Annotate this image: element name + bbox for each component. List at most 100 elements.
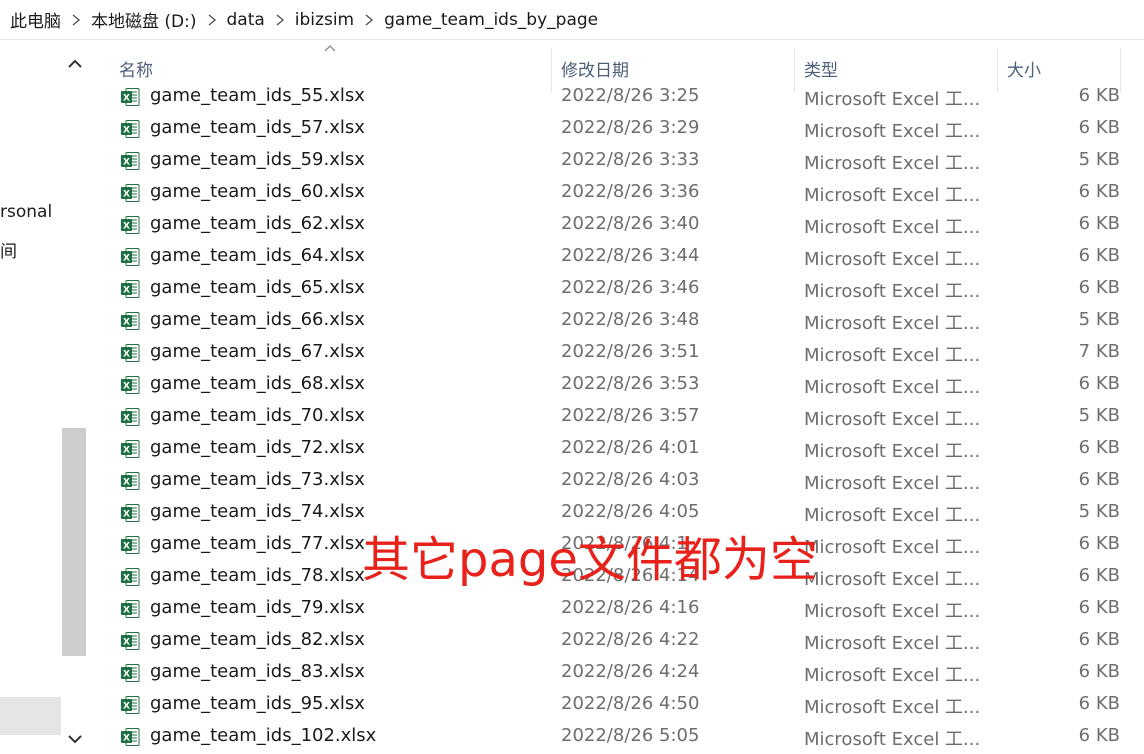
- file-row[interactable]: Xgame_team_ids_73.xlsx 2022/8/26 4:03 Micr…: [88, 465, 1144, 497]
- file-name[interactable]: game_team_ids_77.xlsx: [150, 533, 365, 554]
- file-row[interactable]: Xgame_team_ids_83.xlsx 2022/8/26 4:24 Micr…: [88, 657, 1144, 689]
- file-name[interactable]: game_team_ids_66.xlsx: [150, 309, 365, 330]
- svg-text:X: X: [123, 222, 130, 232]
- file-row[interactable]: Xgame_team_ids_66.xlsx 2022/8/26 3:48 Micr…: [88, 305, 1144, 337]
- svg-text:X: X: [123, 542, 130, 552]
- file-size: 6 KB: [1078, 437, 1120, 458]
- file-date: 2022/8/26 4:16: [561, 597, 700, 618]
- file-rows: Xgame_team_ids_55.xlsx 2022/8/26 3:25 Micr…: [88, 81, 1144, 753]
- file-size: 6 KB: [1078, 725, 1120, 746]
- file-row[interactable]: Xgame_team_ids_70.xlsx 2022/8/26 3:57 Micr…: [88, 401, 1144, 433]
- excel-file-icon: X: [120, 599, 140, 619]
- file-name[interactable]: game_team_ids_82.xlsx: [150, 629, 365, 650]
- svg-text:X: X: [123, 94, 130, 104]
- chevron-right-icon[interactable]: [197, 13, 227, 26]
- nav-item-personal[interactable]: rsonal: [0, 202, 52, 222]
- nav-item-space[interactable]: 间: [0, 237, 17, 262]
- column-header-date[interactable]: 修改日期: [561, 56, 629, 81]
- file-row[interactable]: Xgame_team_ids_95.xlsx 2022/8/26 4:50 Micr…: [88, 689, 1144, 721]
- column-header-type[interactable]: 类型: [804, 56, 838, 81]
- excel-file-icon: X: [120, 567, 140, 587]
- breadcrumb-item[interactable]: game_team_ids_by_page: [384, 10, 598, 30]
- file-name[interactable]: game_team_ids_83.xlsx: [150, 661, 365, 682]
- column-header-size[interactable]: 大小: [1007, 56, 1041, 81]
- file-row[interactable]: Xgame_team_ids_62.xlsx 2022/8/26 3:40 Micr…: [88, 209, 1144, 241]
- file-row[interactable]: Xgame_team_ids_68.xlsx 2022/8/26 3:53 Micr…: [88, 369, 1144, 401]
- file-size: 7 KB: [1078, 341, 1120, 362]
- file-type: Microsoft Excel 工...: [804, 441, 981, 462]
- chevron-right-icon[interactable]: [265, 13, 295, 26]
- file-name[interactable]: game_team_ids_74.xlsx: [150, 501, 365, 522]
- file-name[interactable]: game_team_ids_65.xlsx: [150, 277, 365, 298]
- file-row[interactable]: Xgame_team_ids_65.xlsx 2022/8/26 3:46 Micr…: [88, 273, 1144, 305]
- file-name[interactable]: game_team_ids_95.xlsx: [150, 693, 365, 714]
- file-type: Microsoft Excel 工...: [804, 505, 981, 526]
- excel-file-icon: X: [120, 407, 140, 427]
- svg-text:X: X: [123, 702, 130, 712]
- file-row[interactable]: Xgame_team_ids_79.xlsx 2022/8/26 4:16 Micr…: [88, 593, 1144, 625]
- nav-scrollbar-thumb[interactable]: [62, 428, 86, 656]
- file-name[interactable]: game_team_ids_70.xlsx: [150, 405, 365, 426]
- chevron-down-icon[interactable]: [61, 724, 88, 754]
- file-list[interactable]: 名称 修改日期 类型 大小 Xgame_team_ids_55.xlsx 2022…: [88, 40, 1144, 753]
- file-row[interactable]: Xgame_team_ids_57.xlsx 2022/8/26 3:29 Micr…: [88, 113, 1144, 145]
- sort-ascending-icon[interactable]: [324, 44, 336, 52]
- nav-selected-item[interactable]: [0, 697, 61, 735]
- file-date: 2022/8/26 3:57: [561, 405, 700, 426]
- file-type: Microsoft Excel 工...: [804, 121, 981, 142]
- file-name[interactable]: game_team_ids_73.xlsx: [150, 469, 365, 490]
- file-row[interactable]: Xgame_team_ids_82.xlsx 2022/8/26 4:22 Micr…: [88, 625, 1144, 657]
- chevron-right-icon[interactable]: [354, 13, 384, 26]
- file-size: 6 KB: [1078, 597, 1120, 618]
- column-header-name[interactable]: 名称: [119, 56, 153, 81]
- file-row[interactable]: Xgame_team_ids_59.xlsx 2022/8/26 3:33 Micr…: [88, 145, 1144, 177]
- file-date: 2022/8/26 3:48: [561, 309, 700, 330]
- svg-text:X: X: [123, 126, 130, 136]
- file-name[interactable]: game_team_ids_62.xlsx: [150, 213, 365, 234]
- svg-text:X: X: [123, 382, 130, 392]
- file-name[interactable]: game_team_ids_64.xlsx: [150, 245, 365, 266]
- breadcrumb[interactable]: 此电脑 本地磁盘 (D:) data ibizsim game_team_ids_by_…: [0, 0, 1144, 40]
- file-name[interactable]: game_team_ids_78.xlsx: [150, 565, 365, 586]
- excel-file-icon: X: [120, 343, 140, 363]
- file-size: 6 KB: [1078, 213, 1120, 234]
- file-name[interactable]: game_team_ids_57.xlsx: [150, 117, 365, 138]
- file-row[interactable]: Xgame_team_ids_102.xlsx 2022/8/26 5:05 Mic…: [88, 721, 1144, 753]
- chevron-up-icon[interactable]: [61, 48, 88, 78]
- file-size: 5 KB: [1078, 501, 1120, 522]
- file-date: 2022/8/26 4:03: [561, 469, 700, 490]
- file-size: 5 KB: [1078, 405, 1120, 426]
- breadcrumb-item[interactable]: 此电脑: [10, 7, 61, 32]
- svg-text:X: X: [123, 318, 130, 328]
- file-row[interactable]: Xgame_team_ids_55.xlsx 2022/8/26 3:25 Micr…: [88, 81, 1144, 113]
- file-date: 2022/8/26 4:01: [561, 437, 700, 458]
- file-name[interactable]: game_team_ids_68.xlsx: [150, 373, 365, 394]
- file-row[interactable]: Xgame_team_ids_64.xlsx 2022/8/26 3:44 Micr…: [88, 241, 1144, 273]
- file-name[interactable]: game_team_ids_60.xlsx: [150, 181, 365, 202]
- file-date: 2022/8/26 3:36: [561, 181, 700, 202]
- nav-scrollbar[interactable]: [61, 40, 88, 753]
- file-name[interactable]: game_team_ids_55.xlsx: [150, 85, 365, 106]
- file-name[interactable]: game_team_ids_72.xlsx: [150, 437, 365, 458]
- file-type: Microsoft Excel 工...: [804, 633, 981, 654]
- file-size: 6 KB: [1078, 373, 1120, 394]
- breadcrumb-item[interactable]: data: [227, 10, 265, 30]
- chevron-right-icon[interactable]: [61, 13, 91, 26]
- file-size: 6 KB: [1078, 245, 1120, 266]
- file-name[interactable]: game_team_ids_79.xlsx: [150, 597, 365, 618]
- breadcrumb-item[interactable]: ibizsim: [295, 10, 354, 30]
- file-date: 2022/8/26 3:25: [561, 85, 700, 106]
- file-row[interactable]: Xgame_team_ids_72.xlsx 2022/8/26 4:01 Micr…: [88, 433, 1144, 465]
- excel-file-icon: X: [120, 215, 140, 235]
- excel-file-icon: X: [120, 535, 140, 555]
- excel-file-icon: X: [120, 87, 140, 107]
- excel-file-icon: X: [120, 311, 140, 331]
- breadcrumb-item[interactable]: 本地磁盘 (D:): [91, 7, 197, 32]
- file-type: Microsoft Excel 工...: [804, 729, 981, 750]
- file-name[interactable]: game_team_ids_102.xlsx: [150, 725, 376, 746]
- file-row[interactable]: Xgame_team_ids_60.xlsx 2022/8/26 3:36 Micr…: [88, 177, 1144, 209]
- file-row[interactable]: Xgame_team_ids_67.xlsx 2022/8/26 3:51 Micr…: [88, 337, 1144, 369]
- file-name[interactable]: game_team_ids_67.xlsx: [150, 341, 365, 362]
- excel-file-icon: X: [120, 471, 140, 491]
- file-name[interactable]: game_team_ids_59.xlsx: [150, 149, 365, 170]
